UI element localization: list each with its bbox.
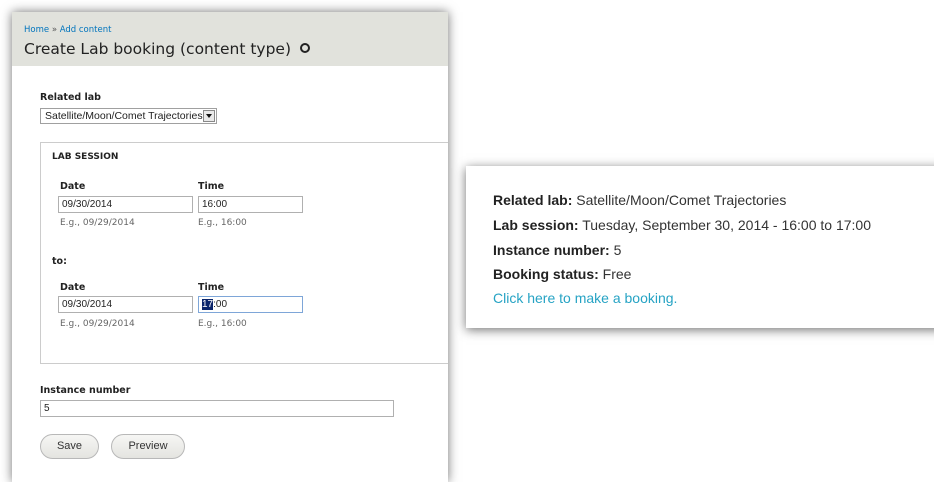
instance-number-input[interactable]: 5	[40, 400, 394, 417]
from-date-label: Date	[60, 181, 86, 192]
result-related-lab: Related lab: Satellite/Moon/Comet Trajec…	[493, 192, 786, 208]
add-shortcut-icon[interactable]	[300, 43, 310, 53]
from-date-input[interactable]: 09/30/2014	[58, 196, 193, 213]
related-lab-label: Related lab	[40, 92, 101, 103]
from-time-label: Time	[198, 181, 225, 192]
result-instance-number-value: 5	[613, 242, 622, 258]
page-header: Home » Add content Create Lab booking (c…	[12, 12, 448, 66]
make-booking-link[interactable]: Click here to make a booking.	[493, 290, 677, 306]
result-lab-session-value: Tuesday, September 30, 2014 - 16:00 to 1…	[582, 217, 871, 233]
breadcrumb-add-content-link[interactable]: Add content	[60, 25, 112, 35]
to-date-hint: E.g., 09/29/2014	[60, 319, 135, 329]
booking-result-panel: Related lab: Satellite/Moon/Comet Trajec…	[466, 166, 934, 328]
result-booking-status-value: Free	[602, 266, 632, 282]
result-booking-status-label: Booking status:	[493, 266, 599, 282]
save-button[interactable]: Save	[40, 434, 99, 459]
related-lab-select[interactable]: Satellite/Moon/Comet Trajectories	[40, 108, 217, 124]
related-lab-selected-value: Satellite/Moon/Comet Trajectories	[45, 110, 203, 122]
to-time-input[interactable]: 17:00	[198, 296, 303, 313]
from-time-input[interactable]: 16:00	[198, 196, 303, 213]
preview-button[interactable]: Preview	[111, 434, 185, 459]
result-booking-status: Booking status: Free	[493, 266, 631, 282]
breadcrumb: Home » Add content	[24, 25, 111, 35]
lab-session-fieldset	[40, 142, 448, 364]
result-instance-number-label: Instance number:	[493, 242, 610, 258]
lab-session-legend: LAB SESSION	[52, 152, 119, 162]
to-time-hint: E.g., 16:00	[198, 319, 247, 329]
to-time-selection: 17	[202, 299, 214, 310]
from-time-hint: E.g., 16:00	[198, 218, 247, 228]
to-date-input[interactable]: 09/30/2014	[58, 296, 193, 313]
to-time-rest: :00	[213, 299, 228, 310]
to-label: to:	[52, 256, 67, 267]
to-date-label: Date	[60, 282, 86, 293]
result-related-lab-label: Related lab:	[493, 192, 573, 208]
page-title: Create Lab booking (content type)	[24, 40, 291, 58]
chevron-down-icon[interactable]	[203, 110, 215, 122]
breadcrumb-separator: »	[51, 25, 58, 35]
result-related-lab-value: Satellite/Moon/Comet Trajectories	[576, 192, 787, 208]
result-instance-number: Instance number: 5	[493, 242, 621, 258]
breadcrumb-home-link[interactable]: Home	[24, 25, 49, 35]
node-form-window: Home » Add content Create Lab booking (c…	[12, 12, 448, 482]
from-date-hint: E.g., 09/29/2014	[60, 218, 135, 228]
result-lab-session-label: Lab session:	[493, 217, 579, 233]
instance-number-label: Instance number	[40, 385, 131, 396]
result-lab-session: Lab session: Tuesday, September 30, 2014…	[493, 217, 871, 233]
to-time-label: Time	[198, 282, 225, 293]
page-title-row: Create Lab booking (content type)	[24, 40, 310, 58]
